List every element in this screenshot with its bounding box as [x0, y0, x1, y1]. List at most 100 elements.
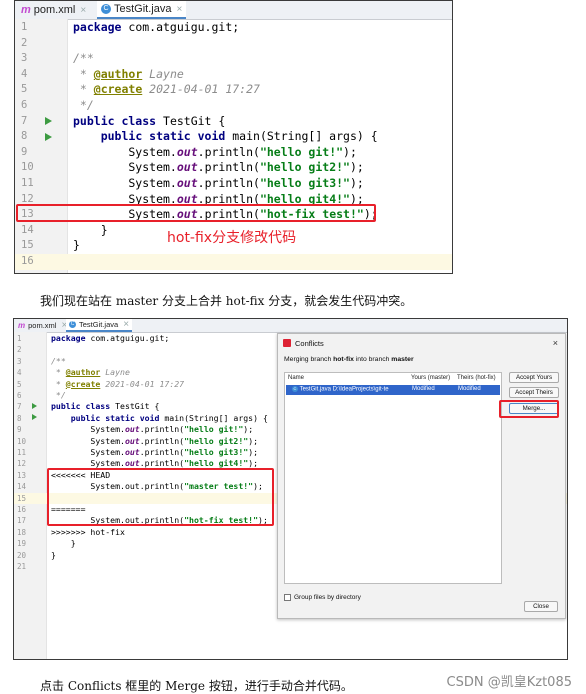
code-line[interactable]: 16: [15, 254, 452, 270]
line-number: 16: [21, 255, 34, 267]
line-number: 19: [17, 539, 27, 549]
code-text: /**: [73, 51, 94, 66]
tab-testgit-java[interactable]: C TestGit.java ×: [97, 1, 187, 19]
code-line[interactable]: 8 public static void main(String[] args)…: [15, 129, 452, 145]
message-text: into branch: [353, 356, 392, 363]
close-icon[interactable]: ×: [80, 5, 86, 16]
code-text: package com.atguigu.git;: [73, 20, 240, 34]
code-text: /**: [51, 355, 66, 366]
message-text: Merging branch: [284, 356, 334, 363]
line-number: 6: [17, 391, 22, 400]
file-path: D:\IdeaProjects\git-te: [332, 386, 389, 393]
close-button[interactable]: Close: [524, 601, 558, 612]
code-text: System.out.println("hello git2!");: [51, 435, 259, 446]
code-line[interactable]: 10 System.out.println("hello git2!");: [15, 160, 452, 176]
column-header-yours[interactable]: Yours (master): [411, 375, 450, 381]
run-icon[interactable]: [45, 132, 52, 141]
code-text: package com.atguigu.git;: [51, 333, 170, 343]
run-icon[interactable]: [32, 414, 37, 421]
tab-pom-xml[interactable]: m pom.xml ×: [21, 1, 86, 19]
line-number: 9: [21, 145, 28, 158]
line-number: 9: [17, 425, 22, 435]
code-text: }: [51, 538, 76, 549]
code-text: System.out.println("hello git!");: [51, 424, 254, 435]
merge-button-highlight: [499, 400, 559, 418]
merge-message: Merging branch hot-fix into branch maste…: [284, 356, 414, 363]
conflicts-dialog: Conflicts × Merging branch hot-fix into …: [277, 333, 566, 619]
column-header-theirs[interactable]: Theirs (hot-fix): [457, 375, 496, 381]
code-text: }: [73, 222, 108, 237]
tab-pom-xml[interactable]: m pom.xml ×: [18, 319, 67, 332]
java-class-icon: C: [292, 386, 298, 392]
code-line[interactable]: 6 */: [15, 98, 452, 114]
source-branch: hot-fix: [333, 356, 354, 363]
conflict-highlight-box: [47, 468, 274, 526]
highlight-box: [16, 204, 376, 222]
line-number: 15: [17, 493, 27, 503]
code-text: */: [51, 390, 66, 400]
app-icon: [283, 339, 291, 347]
yours-status: Modified: [412, 386, 435, 392]
line-number: 21: [17, 562, 27, 571]
line-number: 3: [21, 52, 28, 65]
accept-yours-button[interactable]: Accept Yours: [509, 372, 559, 383]
column-header-name[interactable]: Name: [288, 375, 304, 381]
code-text: }: [51, 549, 56, 560]
dialog-title-bar: Conflicts: [278, 334, 565, 352]
close-icon[interactable]: ×: [123, 319, 129, 330]
code-text: * @author Layne: [51, 367, 130, 378]
code-line[interactable]: 2: [15, 36, 452, 52]
line-number: 10: [21, 161, 34, 174]
tab-label: pom.xml: [33, 4, 76, 16]
checkbox[interactable]: [284, 594, 291, 601]
java-class-icon: C: [101, 4, 111, 14]
editor-tab-bar: m pom.xml × C TestGit.java ×: [14, 319, 567, 333]
code-line[interactable]: 4 * @author Layne: [15, 67, 452, 83]
line-number: 1: [21, 21, 28, 33]
code-line[interactable]: 1 package com.atguigu.git;: [15, 20, 452, 36]
code-text: public class TestGit {: [73, 113, 226, 128]
code-text: System.out.println("hello git3!");: [73, 176, 364, 190]
line-number: 3: [17, 356, 22, 366]
code-line[interactable]: 5 * @create 2021-04-01 17:27: [15, 82, 452, 98]
line-number: 2: [21, 36, 28, 49]
line-number: 20: [17, 550, 27, 560]
file-name: TestGit.java: [299, 386, 331, 393]
tab-label: pom.xml: [28, 321, 57, 330]
tab-testgit-java[interactable]: C TestGit.java ×: [66, 319, 133, 332]
code-text: System.out.println("hello git!");: [73, 144, 357, 159]
target-branch: master: [391, 356, 414, 363]
table-row[interactable]: C TestGit.java D:\IdeaProjects\git-te Mo…: [286, 385, 500, 395]
description-paragraph: 我们现在站在 master 分支上合并 hot-fix 分支，就会发生代码冲突。: [40, 294, 413, 308]
tab-label: TestGit.java: [114, 3, 172, 15]
instruction-paragraph: 点击 Conflicts 框里的 Merge 按钮，进行手动合并代码。: [40, 679, 353, 693]
code-text: }: [73, 238, 80, 253]
maven-file-icon: m: [21, 4, 31, 16]
close-icon[interactable]: ×: [176, 4, 182, 15]
group-by-directory-option[interactable]: Group files by directory: [284, 594, 361, 601]
line-number: 15: [21, 239, 34, 252]
watermark: CSDN @凯皇Kzt085: [446, 675, 572, 690]
line-number: 13: [17, 470, 27, 480]
code-line[interactable]: 3 /**: [15, 51, 452, 67]
code-text: public static void main(String[] args) {: [100, 129, 378, 144]
code-line[interactable]: 9 System.out.println("hello git!");: [15, 145, 452, 161]
conflicts-table: Name Yours (master) Theirs (hot-fix) C T…: [284, 372, 502, 584]
line-number: 6: [21, 99, 28, 111]
code-text: * @author Layne: [73, 66, 184, 81]
run-icon[interactable]: [32, 403, 37, 410]
annotation-label: hot-fix分支修改代码: [167, 230, 297, 246]
accept-theirs-button[interactable]: Accept Theirs: [509, 387, 559, 398]
line-number: 10: [17, 436, 27, 446]
line-number: 2: [17, 345, 22, 355]
maven-file-icon: m: [18, 321, 26, 330]
code-line[interactable]: 11 System.out.println("hello git3!");: [15, 176, 452, 192]
run-icon[interactable]: [45, 117, 52, 126]
code-line[interactable]: 7 public class TestGit {: [15, 114, 452, 130]
close-icon[interactable]: ×: [553, 338, 558, 348]
line-number: 4: [17, 368, 22, 378]
line-number: 7: [17, 402, 22, 412]
java-class-icon: C: [69, 321, 76, 328]
editor-panel-conflict: m pom.xml × C TestGit.java × 1 package co…: [13, 318, 568, 660]
line-number: 14: [17, 482, 27, 492]
